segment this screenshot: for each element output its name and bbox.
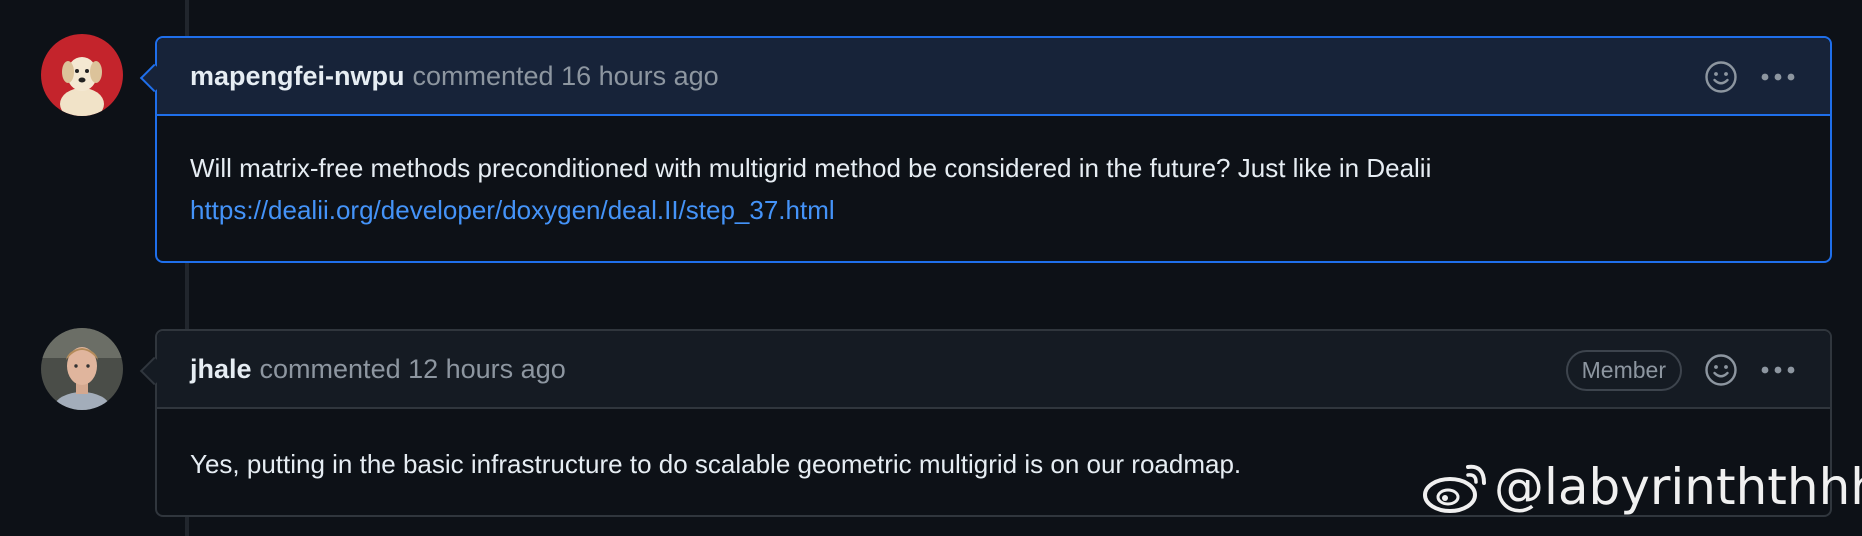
comment-actions: [1704, 38, 1796, 116]
comment-link[interactable]: https://dealii.org/developer/doxygen/dea…: [190, 195, 835, 225]
comment-author[interactable]: mapengfei-nwpu: [190, 61, 405, 92]
comment-author[interactable]: jhale: [190, 354, 252, 385]
comment-card: mapengfei-nwpu commented 16 hours ago Wi…: [139, 36, 1832, 263]
weibo-icon: [1423, 464, 1486, 513]
comment-body: Will matrix-free methods preconditioned …: [157, 116, 1830, 231]
avatar[interactable]: [41, 34, 123, 116]
comment-header: mapengfei-nwpu commented 16 hours ago: [157, 38, 1830, 116]
comment-actions: Member: [1565, 331, 1796, 409]
add-reaction-smiley-icon[interactable]: [1704, 353, 1738, 387]
watermark: @labyrinththhh: [1422, 452, 1862, 522]
more-options-kebab-icon[interactable]: [1760, 365, 1796, 375]
comment-text: Will matrix-free methods preconditioned …: [190, 153, 1432, 183]
watermark-handle: @labyrinththhh: [1494, 458, 1862, 516]
comment-timestamp[interactable]: commented 16 hours ago: [413, 61, 719, 92]
add-reaction-smiley-icon[interactable]: [1704, 60, 1738, 94]
avatar[interactable]: [41, 328, 123, 410]
person-avatar-icon: [41, 328, 123, 410]
member-badge: Member: [1565, 349, 1682, 391]
dog-avatar-icon: [41, 34, 123, 116]
comment-header: jhale commented 12 hours ago Member: [157, 331, 1830, 409]
comment-timestamp[interactable]: commented 12 hours ago: [260, 354, 566, 385]
more-options-kebab-icon[interactable]: [1760, 72, 1796, 82]
